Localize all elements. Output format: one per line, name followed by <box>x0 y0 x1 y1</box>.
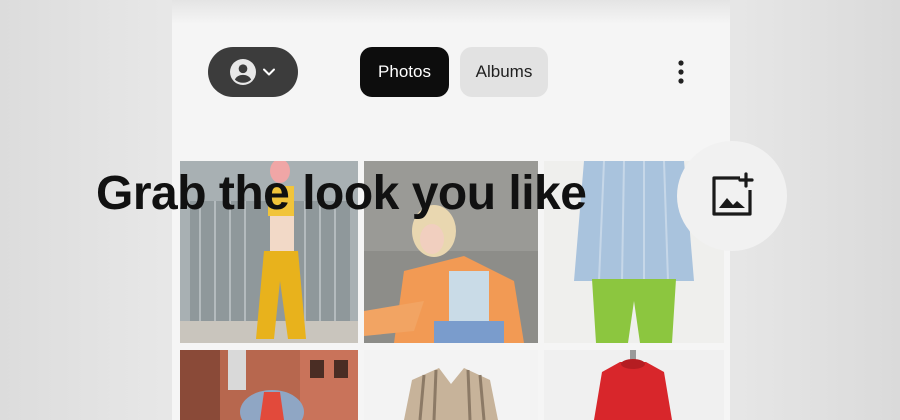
add-photo-icon <box>712 172 754 216</box>
account-switcher-button[interactable] <box>208 47 298 97</box>
tab-albums[interactable]: Albums <box>460 47 548 97</box>
promo-headline: Grab the look you like <box>96 167 587 220</box>
more-vertical-icon[interactable] <box>672 58 690 86</box>
tab-albums-label: Albums <box>475 62 533 81</box>
chevron-down-icon <box>263 68 275 76</box>
fashion-photo-street-cap <box>180 350 358 420</box>
tab-photos-label: Photos <box>378 62 431 81</box>
fashion-photo-red-sweater <box>544 350 724 420</box>
fashion-photo-striped-shirt <box>364 350 538 420</box>
photo-thumbnail[interactable] <box>544 350 724 420</box>
tab-photos[interactable]: Photos <box>360 47 449 97</box>
account-circle-icon <box>230 59 256 85</box>
photo-thumbnail[interactable] <box>364 350 538 420</box>
photo-thumbnail[interactable] <box>180 350 358 420</box>
add-photo-button[interactable] <box>677 141 787 251</box>
